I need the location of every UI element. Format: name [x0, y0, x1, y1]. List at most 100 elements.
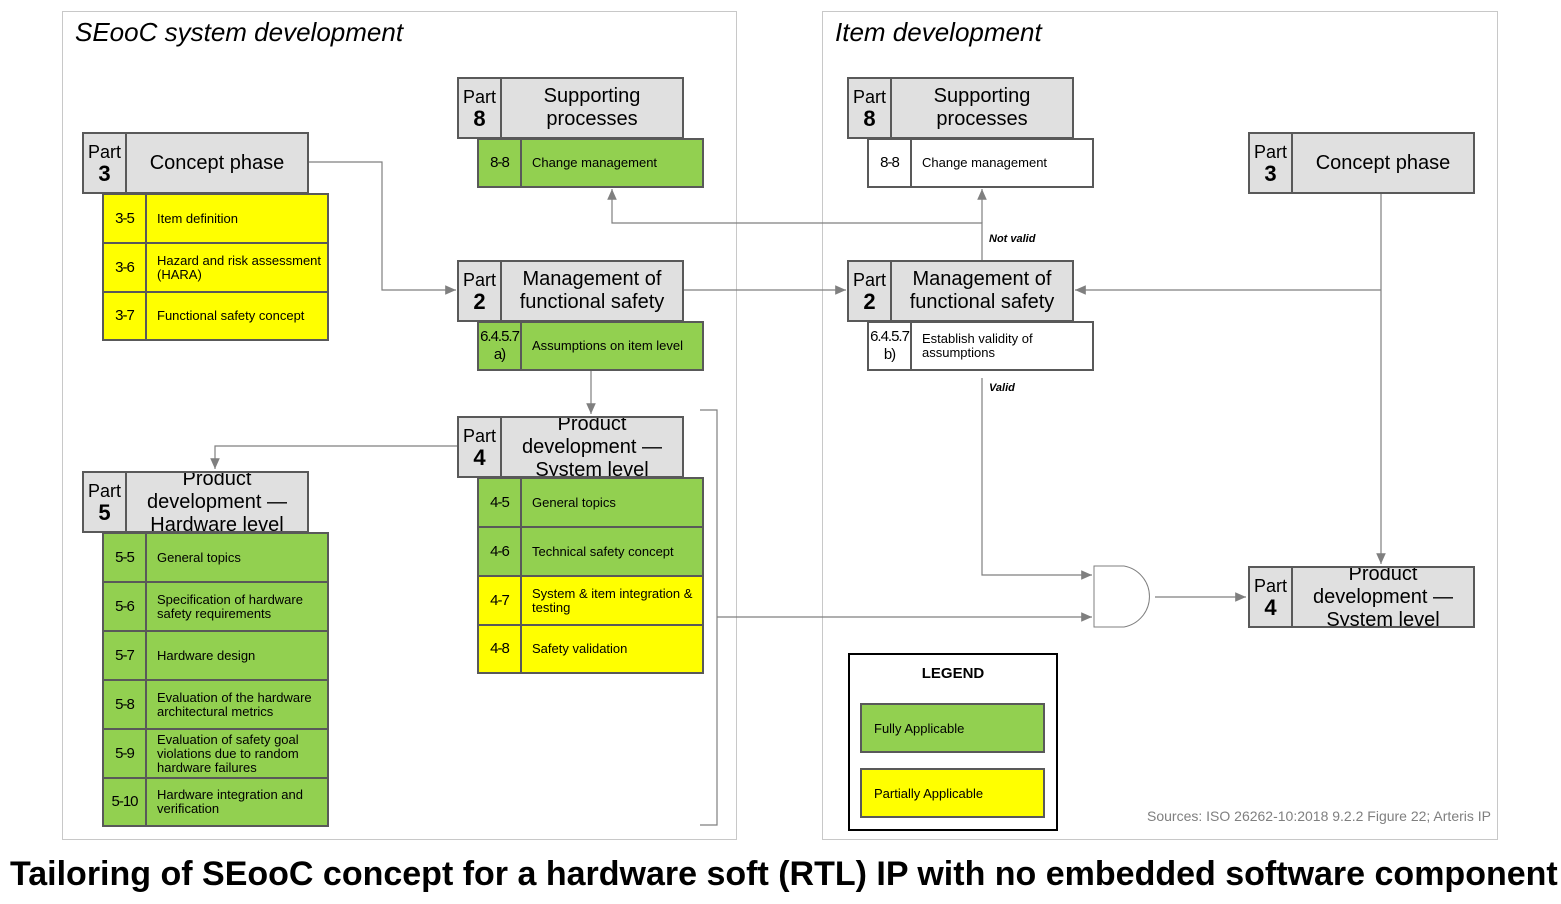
edge-valid-to-gate [981, 378, 1092, 580]
clause-label: General topics [157, 549, 241, 565]
clause-row: 5-6 Specification of hardware safety requ… [102, 581, 329, 632]
l-part4-header: Part 4 Product development — System level [457, 416, 684, 478]
clause-label: Specification of hardware safety require… [157, 591, 303, 621]
clause-row: 5-8 Evaluation of the hardware architectu… [102, 679, 329, 730]
clause-number: 6.4.5.7 b) [869, 323, 912, 369]
clause-number: 5-9 [104, 730, 147, 777]
clause-label: Evaluation of safety goal violations due… [157, 731, 299, 775]
clause-label: Item definition [157, 210, 238, 226]
clause-row: 3-7 Functional safety concept [102, 291, 329, 341]
part-title: Management of functional safety [519, 268, 665, 313]
part-label: Part [1253, 142, 1287, 162]
legend-fully-applicable: Fully Applicable [860, 703, 1045, 753]
part-number-cell: Part 3 [84, 134, 127, 192]
clause-number: 4-8 [479, 626, 522, 672]
l-part3-header: Part 3 Concept phase [82, 132, 309, 194]
legend-title: LEGEND [921, 665, 985, 682]
part-number: 4 [1264, 595, 1277, 620]
clause-row: 5-10 Hardware integration and verificatio… [102, 777, 329, 827]
clause-number: 3-5 [104, 195, 147, 242]
clause-row: 5-9 Evaluation of safety goal violations … [102, 728, 329, 779]
part-label: Part [462, 87, 496, 107]
part-number-cell: Part 4 [459, 418, 502, 476]
part-number-cell: Part 2 [849, 262, 892, 320]
clause-row: 4-7 System & item integration & testing [477, 575, 704, 626]
part-number-cell: Part 3 [1250, 134, 1293, 192]
part-number: 3 [98, 161, 111, 186]
part-number-cell: Part 4 [1250, 568, 1293, 626]
clause-label: Establish validity of assumptions [922, 331, 1033, 360]
clause-number: 3-7 [104, 293, 147, 339]
edge-notvalid-left-change [607, 189, 983, 260]
clause-number: 5-5 [104, 534, 147, 581]
clause-label: Change management [922, 155, 1048, 170]
clause-number: 8-8 [479, 140, 522, 186]
part-number: 2 [863, 289, 876, 314]
clause-number: 8-8 [869, 140, 912, 186]
clause-row: 5-7 Hardware design [102, 630, 329, 681]
clause-row: 5-5 General topics [102, 532, 329, 583]
part-title: Product development — System level [521, 418, 663, 476]
clause-row: 3-6 Hazard and risk assessment (HARA) [102, 242, 329, 293]
not-valid-label: Not valid [989, 233, 1036, 245]
part-number: 5 [98, 500, 111, 525]
part-number-cell: Part 2 [459, 262, 502, 320]
clause-number: 5-7 [104, 632, 147, 679]
valid-label: Valid [989, 382, 1015, 394]
legend: LEGEND Fully Applicable Partially Applic… [848, 653, 1058, 831]
clause-label: Evaluation of the hardware architectural… [157, 689, 312, 719]
part-number-cell: Part 8 [459, 79, 502, 137]
clause-number: 3-6 [104, 244, 147, 291]
part-label: Part [462, 270, 496, 290]
part-label: Part [1253, 576, 1287, 596]
edge-concept-to-mgmt [308, 161, 456, 295]
clause-label: Safety validation [532, 641, 628, 656]
part-number: 8 [863, 106, 876, 131]
clause-row: 6.4.5.7 a) Assumptions on item level [477, 321, 704, 371]
part-label: Part [87, 481, 121, 501]
part-number-cell: Part 8 [849, 79, 892, 137]
clause-label: Technical safety concept [532, 543, 674, 559]
l-part2-header: Part 2 Management of functional safety [457, 260, 684, 322]
l-part8-header: Part 8 Supporting processes [457, 77, 684, 139]
legend-partially-applicable: Partially Applicable [860, 768, 1045, 818]
clause-label: General topics [532, 494, 616, 510]
clause-label: Assumptions on item level [532, 338, 684, 353]
diagram: SEooC system development Item developmen… [0, 0, 1561, 904]
clause-row: 4-5 General topics [477, 477, 704, 528]
sources-note: Sources: ISO 26262-10:2018 9.2.2 Figure … [1147, 808, 1491, 824]
clause-label: Change management [532, 155, 658, 170]
part-title: Concept phase [1315, 151, 1451, 174]
clause-row: 6.4.5.7 b) Establish validity of assumpti… [867, 321, 1094, 371]
part-title: Product development — System level [1312, 568, 1454, 626]
clause-row: 3-5 Item definition [102, 193, 329, 244]
r-part3-header: Part 3 Concept phase [1248, 132, 1475, 194]
part-number-cell: Part 5 [84, 473, 127, 531]
clause-row: 8-8 Change management [867, 138, 1094, 188]
clause-number: 5-10 [104, 779, 147, 825]
clause-row: 8-8 Change management [477, 138, 704, 188]
edge-system-to-hardware [210, 445, 457, 469]
r-part4-header: Part 4 Product development — System level [1248, 566, 1475, 628]
r-part8-header: Part 8 Supporting processes [847, 77, 1074, 139]
part-title: Concept phase [149, 151, 285, 174]
part-number: 8 [473, 106, 486, 131]
clause-label: System & item integration & testing [532, 585, 693, 615]
part-label: Part [462, 426, 496, 446]
clause-row: 4-6 Technical safety concept [477, 526, 704, 577]
clause-label: Hardware design [157, 647, 256, 663]
clause-number: 5-8 [104, 681, 147, 728]
part-title: Management of functional safety [909, 268, 1055, 313]
clause-number: 6.4.5.7 a) [479, 323, 522, 369]
part-title: Supporting processes [543, 85, 641, 130]
clause-label: Hardware integration and verification [157, 787, 303, 816]
r-part2-header: Part 2 Management of functional safety [847, 260, 1074, 322]
part-title: Product development — Hardware level [146, 473, 288, 531]
clause-row: 4-8 Safety validation [477, 624, 704, 674]
part-label: Part [87, 142, 121, 162]
clause-label: Hazard and risk assessment (HARA) [157, 252, 322, 282]
clause-number: 4-6 [479, 528, 522, 575]
and-gate [1093, 565, 1150, 628]
part-label: Part [852, 270, 886, 290]
caption: Tailoring of SEooC concept for a hardwar… [10, 855, 1558, 893]
